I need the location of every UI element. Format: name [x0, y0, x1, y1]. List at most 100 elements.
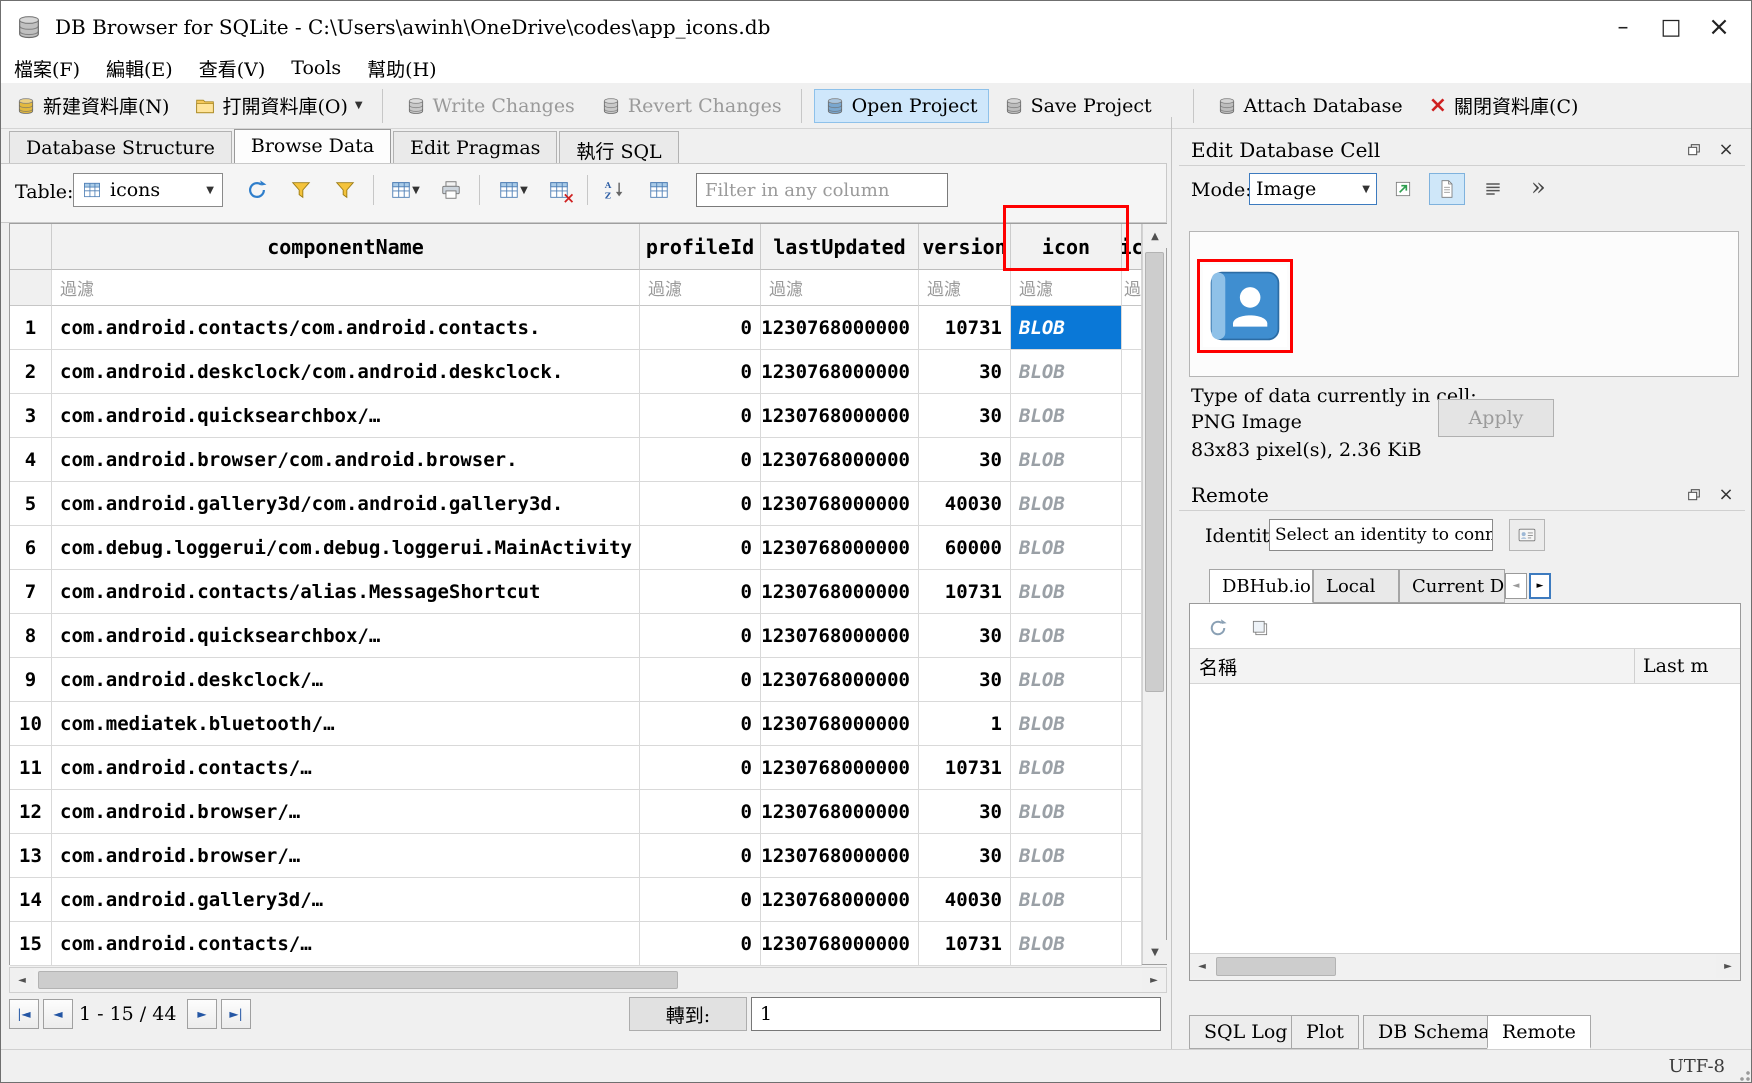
text-mode-button[interactable] [1429, 173, 1465, 205]
cell-profileId[interactable]: 0 [640, 482, 761, 526]
cell-version[interactable]: 30 [919, 658, 1011, 702]
tabs-scroll-right-button[interactable]: ► [1529, 573, 1551, 599]
cell-profileId[interactable]: 0 [640, 878, 761, 922]
cell-componentName[interactable]: com.android.quicksearchbox/… [52, 394, 640, 438]
cell-lastUpdated[interactable]: 1230768000000 [761, 570, 919, 614]
cell-componentName[interactable]: com.mediatek.bluetooth/… [52, 702, 640, 746]
cell-lastUpdated[interactable]: 1230768000000 [761, 306, 919, 350]
dock-tab-remote[interactable]: Remote [1487, 1015, 1591, 1049]
first-page-button[interactable]: |◄ [9, 999, 39, 1029]
cell-version[interactable]: 10731 [919, 570, 1011, 614]
sort-ascending-button[interactable] [597, 173, 633, 207]
dock-tab-db-schema[interactable]: DB Schema [1363, 1015, 1505, 1049]
row-number-cell[interactable]: 2 [10, 350, 52, 394]
cell-icon[interactable]: BLOB [1011, 658, 1122, 702]
show-columns-button[interactable] [641, 173, 677, 207]
scroll-left-button[interactable]: ◄ [1190, 954, 1214, 978]
cell-partial[interactable] [1122, 702, 1142, 746]
cell-componentName[interactable]: com.android.browser/… [52, 790, 640, 834]
goto-input[interactable] [751, 997, 1161, 1031]
cell-icon[interactable]: BLOB [1011, 526, 1122, 570]
cell-lastUpdated[interactable]: 1230768000000 [761, 702, 919, 746]
identity-certificate-button[interactable] [1509, 519, 1545, 551]
cell-componentName[interactable]: com.android.contacts/alias.MessageShortc… [52, 570, 640, 614]
insert-record-button[interactable]: ▼ [383, 173, 427, 207]
tab-browse-data[interactable]: Browse Data [234, 129, 391, 163]
cell-profileId[interactable]: 0 [640, 790, 761, 834]
print-button[interactable] [433, 173, 469, 207]
cell-partial[interactable] [1122, 878, 1142, 922]
cell-version[interactable]: 30 [919, 614, 1011, 658]
cell-componentName[interactable]: com.android.quicksearchbox/… [52, 614, 640, 658]
remote-clone-button[interactable] [1246, 614, 1274, 642]
cell-icon[interactable]: BLOB [1011, 306, 1122, 350]
tab-edit-pragmas[interactable]: Edit Pragmas [393, 131, 557, 163]
row-number-cell[interactable]: 13 [10, 834, 52, 878]
scroll-right-button[interactable]: ► [1142, 968, 1166, 992]
cell-lastUpdated[interactable]: 1230768000000 [761, 614, 919, 658]
cell-profileId[interactable]: 0 [640, 834, 761, 878]
dock-splitter[interactable] [1171, 117, 1172, 1049]
menu-item-help[interactable]: 幫助(H) [354, 53, 449, 84]
vscroll-thumb[interactable] [1145, 252, 1164, 692]
cell-icon[interactable]: BLOB [1011, 746, 1122, 790]
remote-tab-local[interactable]: Local [1313, 569, 1399, 603]
cell-profileId[interactable]: 0 [640, 746, 761, 790]
cell-profileId[interactable]: 0 [640, 350, 761, 394]
prev-page-button[interactable]: ◄ [43, 999, 73, 1029]
cell-icon[interactable]: BLOB [1011, 790, 1122, 834]
cell-partial[interactable] [1122, 394, 1142, 438]
cell-icon[interactable]: BLOB [1011, 834, 1122, 878]
close-panel-button[interactable]: × [1713, 138, 1739, 162]
revert-changes-button[interactable]: Revert Changes [590, 89, 793, 123]
cell-lastUpdated[interactable]: 1230768000000 [761, 526, 919, 570]
cell-partial[interactable] [1122, 350, 1142, 394]
dock-tab-sql-log[interactable]: SQL Log [1189, 1015, 1302, 1049]
next-page-button[interactable]: ► [187, 999, 217, 1029]
resize-grip[interactable] [1736, 1067, 1750, 1081]
open-database-button[interactable]: 打開資料庫(O) ▼ [184, 86, 373, 125]
cell-version[interactable]: 40030 [919, 878, 1011, 922]
cell-partial[interactable] [1122, 526, 1142, 570]
cell-icon[interactable]: BLOB [1011, 394, 1122, 438]
dock-tab-plot[interactable]: Plot [1291, 1015, 1359, 1049]
column-header-profileId[interactable]: profileId [640, 224, 761, 270]
toolbar-overflow-button[interactable]: » [1531, 173, 1546, 201]
minimize-button[interactable]: – [1599, 1, 1647, 53]
remote-refresh-button[interactable] [1204, 614, 1232, 642]
close-button[interactable]: × [1695, 1, 1743, 53]
cell-lastUpdated[interactable]: 1230768000000 [761, 482, 919, 526]
cell-version[interactable]: 40030 [919, 482, 1011, 526]
encoding-label[interactable]: UTF-8 [1669, 1056, 1725, 1077]
remote-hscroll-thumb[interactable] [1216, 957, 1336, 976]
filter-cell-icon[interactable]: 過濾 [1011, 270, 1122, 306]
cell-version[interactable]: 30 [919, 438, 1011, 482]
row-number-cell[interactable]: 7 [10, 570, 52, 614]
cell-lastUpdated[interactable]: 1230768000000 [761, 394, 919, 438]
cell-lastUpdated[interactable]: 1230768000000 [761, 878, 919, 922]
cell-lastUpdated[interactable]: 1230768000000 [761, 438, 919, 482]
cell-lastUpdated[interactable]: 1230768000000 [761, 922, 919, 966]
cell-partial[interactable] [1122, 482, 1142, 526]
cell-componentName[interactable]: com.android.deskclock/… [52, 658, 640, 702]
tab-execute-sql[interactable]: 執行 SQL [559, 131, 678, 163]
cell-partial[interactable] [1122, 614, 1142, 658]
cell-version[interactable]: 10731 [919, 746, 1011, 790]
filter-cell-profileId[interactable]: 過濾 [640, 270, 761, 306]
cell-version[interactable]: 10731 [919, 306, 1011, 350]
cell-lastUpdated[interactable]: 1230768000000 [761, 746, 919, 790]
row-number-cell[interactable]: 9 [10, 658, 52, 702]
cell-profileId[interactable]: 0 [640, 614, 761, 658]
filter-cell-version[interactable]: 過濾 [919, 270, 1011, 306]
remote-hscrollbar[interactable]: ◄ ► [1190, 953, 1740, 980]
cell-icon[interactable]: BLOB [1011, 350, 1122, 394]
tabs-scroll-left-button[interactable]: ◄ [1505, 573, 1527, 599]
menu-item-tools[interactable]: Tools [278, 55, 354, 81]
cell-componentName[interactable]: com.android.browser/… [52, 834, 640, 878]
cell-lastUpdated[interactable]: 1230768000000 [761, 658, 919, 702]
menu-item-view[interactable]: 查看(V) [186, 53, 279, 84]
cell-componentName[interactable]: com.android.gallery3d/… [52, 878, 640, 922]
column-header-version[interactable]: version [919, 224, 1011, 270]
cell-version[interactable]: 30 [919, 394, 1011, 438]
column-header-icon[interactable]: icon [1011, 224, 1122, 270]
